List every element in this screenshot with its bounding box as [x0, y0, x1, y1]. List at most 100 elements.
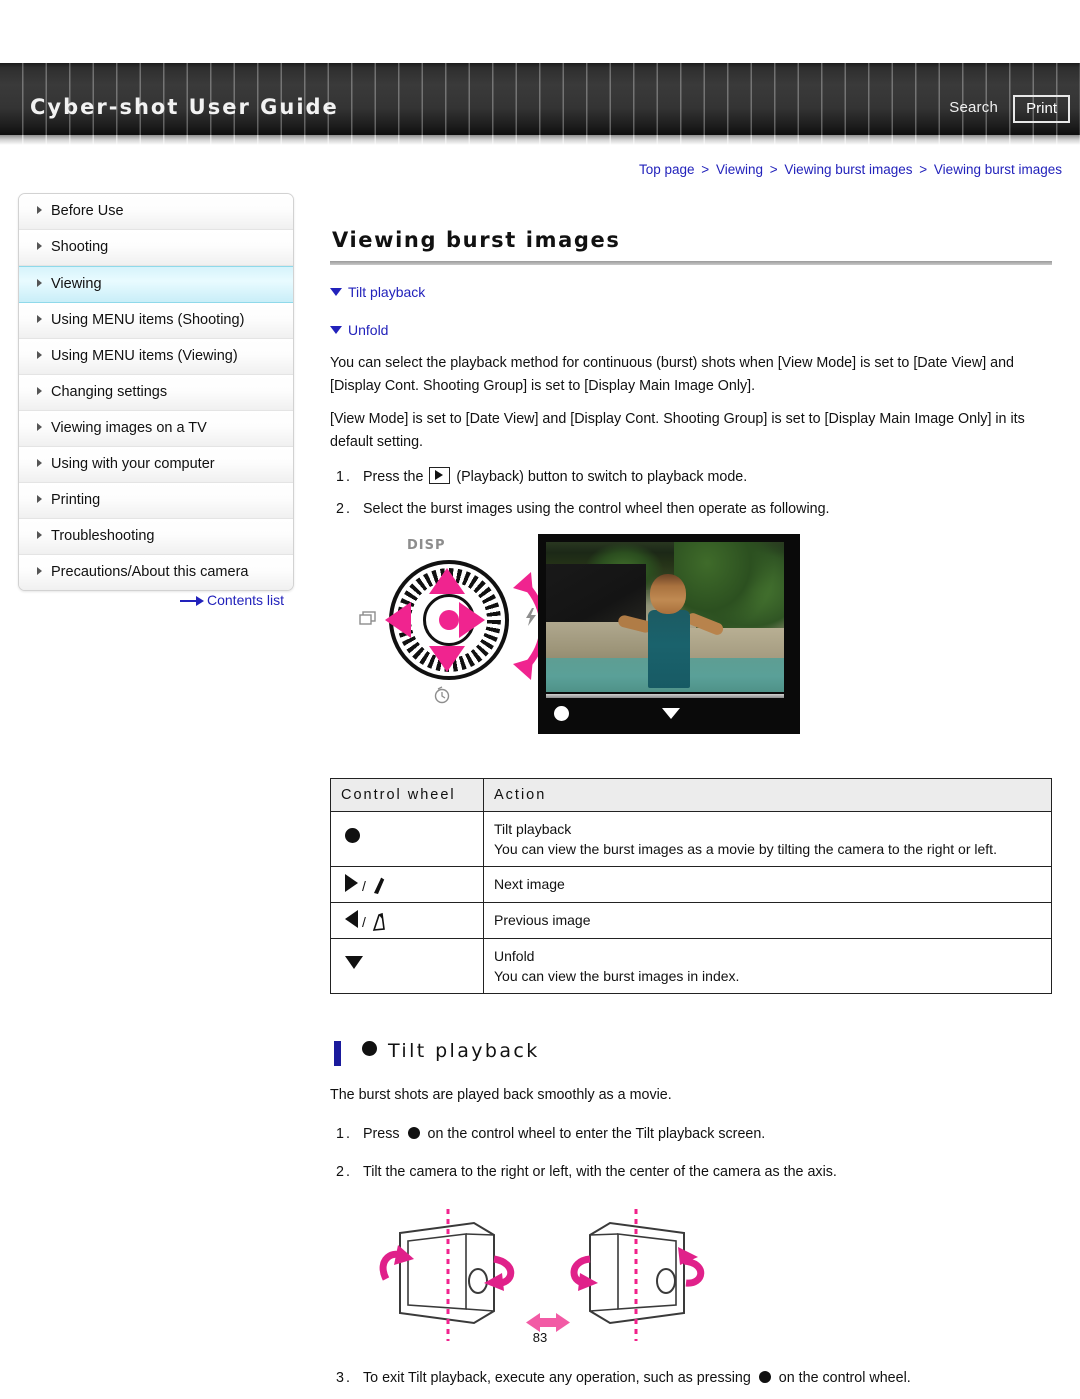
table-header-row: Control wheel Action	[330, 778, 1052, 812]
self-timer-icon	[434, 686, 450, 704]
arrow-right-icon	[180, 596, 204, 606]
breadcrumb-item-viewing-burst-images[interactable]: Viewing burst images	[784, 162, 912, 177]
sidebar-item-printing[interactable]: Printing	[19, 483, 293, 519]
playback-button-icon	[429, 467, 451, 484]
tilt-camera-illustration	[379, 1208, 705, 1341]
breadcrumb: Top page > Viewing > Viewing burst image…	[0, 162, 1062, 177]
header-shadow	[0, 135, 1080, 145]
page-number: 83	[532, 1330, 548, 1345]
jump-link-label: Tilt playback	[348, 284, 426, 300]
action-title: Unfold	[494, 948, 535, 964]
main-content: Viewing burst images Tilt playback Unfol…	[330, 193, 1052, 1399]
sidebar-item-before-use[interactable]: Before Use	[19, 194, 293, 230]
contents-list-label: Contents list	[207, 592, 285, 608]
step-number: 1.	[336, 1125, 352, 1142]
sidebar-item-precautions-about-this-camera[interactable]: Precautions/About this camera	[19, 555, 293, 590]
table-row: / Previous image	[330, 902, 1052, 939]
action-title: Tilt playback	[494, 821, 572, 837]
step-text-pre: To exit Tilt playback, execute any opera…	[363, 1369, 751, 1386]
table-header-action: Action	[483, 778, 1052, 812]
print-button[interactable]: Print	[1013, 95, 1070, 123]
center-button-icon	[758, 1370, 771, 1383]
step-number: 1.	[336, 469, 352, 485]
left-button-icon	[345, 910, 358, 928]
table-cell-symbol: /	[330, 866, 484, 903]
burst-photo-thumbnail	[546, 542, 784, 692]
chevron-right-icon	[37, 206, 42, 214]
wheel-up-arrow-icon	[429, 568, 465, 594]
step-number: 2.	[336, 501, 352, 517]
photo-child-body	[648, 610, 690, 688]
sidebar-item-label: Shooting	[51, 239, 109, 255]
jump-link-label: Unfold	[348, 322, 389, 338]
step-text-post: (Playback) button to switch to playback …	[456, 469, 748, 485]
tilt-left-icon	[372, 912, 385, 931]
table-header-control-wheel: Control wheel	[330, 778, 484, 812]
step-text-pre: Press the	[363, 469, 424, 485]
table-cell-action: Tilt playback You can view the burst ima…	[483, 811, 1052, 867]
camera-screen-center-button-icon	[554, 706, 569, 721]
breadcrumb-item-top-page[interactable]: Top page	[639, 162, 695, 177]
action-desc: You can view the burst images in index.	[494, 968, 740, 984]
center-button-icon	[345, 828, 360, 843]
table-row: Tilt playback You can view the burst ima…	[330, 811, 1052, 867]
control-wheel-action-table: Control wheel Action Tilt playback You c…	[330, 778, 1052, 994]
chevron-right-icon	[37, 351, 42, 359]
chevron-down-icon	[330, 326, 342, 334]
sidebar-item-shooting[interactable]: Shooting	[19, 230, 293, 266]
sidebar-item-using-menu-items-viewing[interactable]: Using MENU items (Viewing)	[19, 339, 293, 375]
sidebar-item-troubleshooting[interactable]: Troubleshooting	[19, 519, 293, 555]
sidebar-item-label: Using MENU items (Viewing)	[51, 348, 238, 364]
sidebar-item-label: Printing	[51, 492, 101, 508]
step-text-post: on the control wheel to enter the Tilt p…	[427, 1125, 766, 1142]
disp-label: DISP	[407, 538, 446, 553]
sidebar-item-label: Using with your computer	[51, 456, 215, 472]
section-step-item-3: 3. To exit Tilt playback, execute any op…	[330, 1367, 1052, 1389]
step-item-1: 1. Press the (Playback) button to switch…	[330, 466, 1052, 488]
slash-separator: /	[362, 914, 366, 930]
wheel-left-arrow-icon	[385, 602, 411, 638]
table-cell-action: Unfold You can view the burst images in …	[483, 938, 1052, 994]
breadcrumb-separator: >	[919, 162, 928, 177]
camera-screen-down-button-icon	[662, 708, 680, 719]
sidebar-item-label: Before Use	[51, 203, 124, 219]
sidebar-item-using-menu-items-shooting[interactable]: Using MENU items (Shooting)	[19, 303, 293, 339]
breadcrumb-item-viewing[interactable]: Viewing	[716, 162, 763, 177]
chevron-right-icon	[37, 387, 42, 395]
chevron-right-icon	[37, 495, 42, 503]
jump-link-unfold[interactable]: Unfold	[330, 319, 1052, 341]
table-cell-symbol: /	[330, 902, 484, 939]
center-button-icon	[407, 1126, 420, 1139]
wheel-right-arrow-icon	[459, 602, 485, 638]
chevron-right-icon	[37, 567, 42, 575]
burst-mode-icon	[359, 611, 376, 625]
table-row: / Next image	[330, 866, 1052, 903]
breadcrumb-item-current[interactable]: Viewing burst images	[934, 162, 1062, 177]
sidebar-item-using-with-your-computer[interactable]: Using with your computer	[19, 447, 293, 483]
jump-link-tilt-playback[interactable]: Tilt playback	[330, 281, 1052, 303]
breadcrumb-separator: >	[701, 162, 710, 177]
chevron-right-icon	[37, 279, 42, 287]
sidebar-item-label: Viewing	[51, 276, 102, 292]
sidebar-item-changing-settings[interactable]: Changing settings	[19, 375, 293, 411]
intro-paragraph-2: [View Mode] is set to [Date View] and [D…	[330, 411, 1025, 450]
chevron-right-icon	[37, 242, 42, 250]
control-wheel-diagram: DISP	[357, 538, 547, 708]
camera-screen-bar	[546, 694, 784, 698]
action-desc: You can view the burst images as a movie…	[494, 841, 997, 857]
app-title: Cyber-shot User Guide	[30, 95, 339, 119]
wheel-down-arrow-icon	[429, 646, 465, 672]
step-text: Tilt the camera to the right or left, wi…	[363, 1163, 837, 1180]
sidebar-item-label: Using MENU items (Shooting)	[51, 312, 245, 328]
table-row: Unfold You can view the burst images in …	[330, 938, 1052, 994]
section-step-item-2: 2. Tilt the camera to the right or left,…	[330, 1161, 1052, 1183]
search-button[interactable]: Search	[949, 99, 998, 116]
contents-list-link[interactable]: Contents list	[180, 592, 284, 608]
sidebar-item-label: Viewing images on a TV	[51, 420, 207, 436]
sidebar-item-viewing[interactable]: Viewing	[19, 266, 293, 303]
intro-paragraph-1: You can select the playback method for c…	[330, 355, 1014, 394]
action-title: Next image	[494, 876, 565, 892]
action-title: Previous image	[494, 912, 591, 928]
sidebar-item-viewing-images-on-a-tv[interactable]: Viewing images on a TV	[19, 411, 293, 447]
center-button-icon	[362, 1041, 377, 1056]
